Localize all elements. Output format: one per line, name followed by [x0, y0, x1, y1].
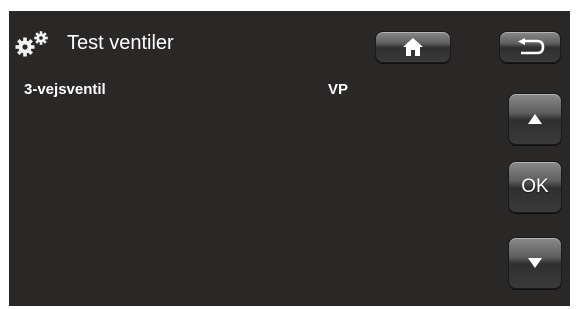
triangle-up-icon	[528, 114, 542, 124]
back-arrow-icon	[518, 38, 545, 55]
back-button[interactable]	[499, 31, 561, 63]
title-bar: Test ventiler	[9, 11, 570, 63]
page-title: Test ventiler	[67, 32, 174, 54]
ok-button-label: OK	[521, 176, 549, 197]
row-value: VP	[328, 81, 349, 98]
list-item[interactable]: 3-vejsventil VP	[9, 81, 489, 103]
row-label: 3-vejsventil	[24, 81, 106, 98]
ok-button[interactable]: OK	[508, 161, 562, 213]
scroll-up-button[interactable]	[508, 93, 562, 145]
triangle-down-icon	[528, 258, 542, 268]
scroll-down-button[interactable]	[508, 237, 562, 289]
controller-screen: Test ventiler 3-vejsventil VP OK	[9, 11, 570, 306]
home-button[interactable]	[375, 31, 451, 63]
home-icon	[403, 38, 423, 56]
gears-icon	[15, 31, 48, 57]
